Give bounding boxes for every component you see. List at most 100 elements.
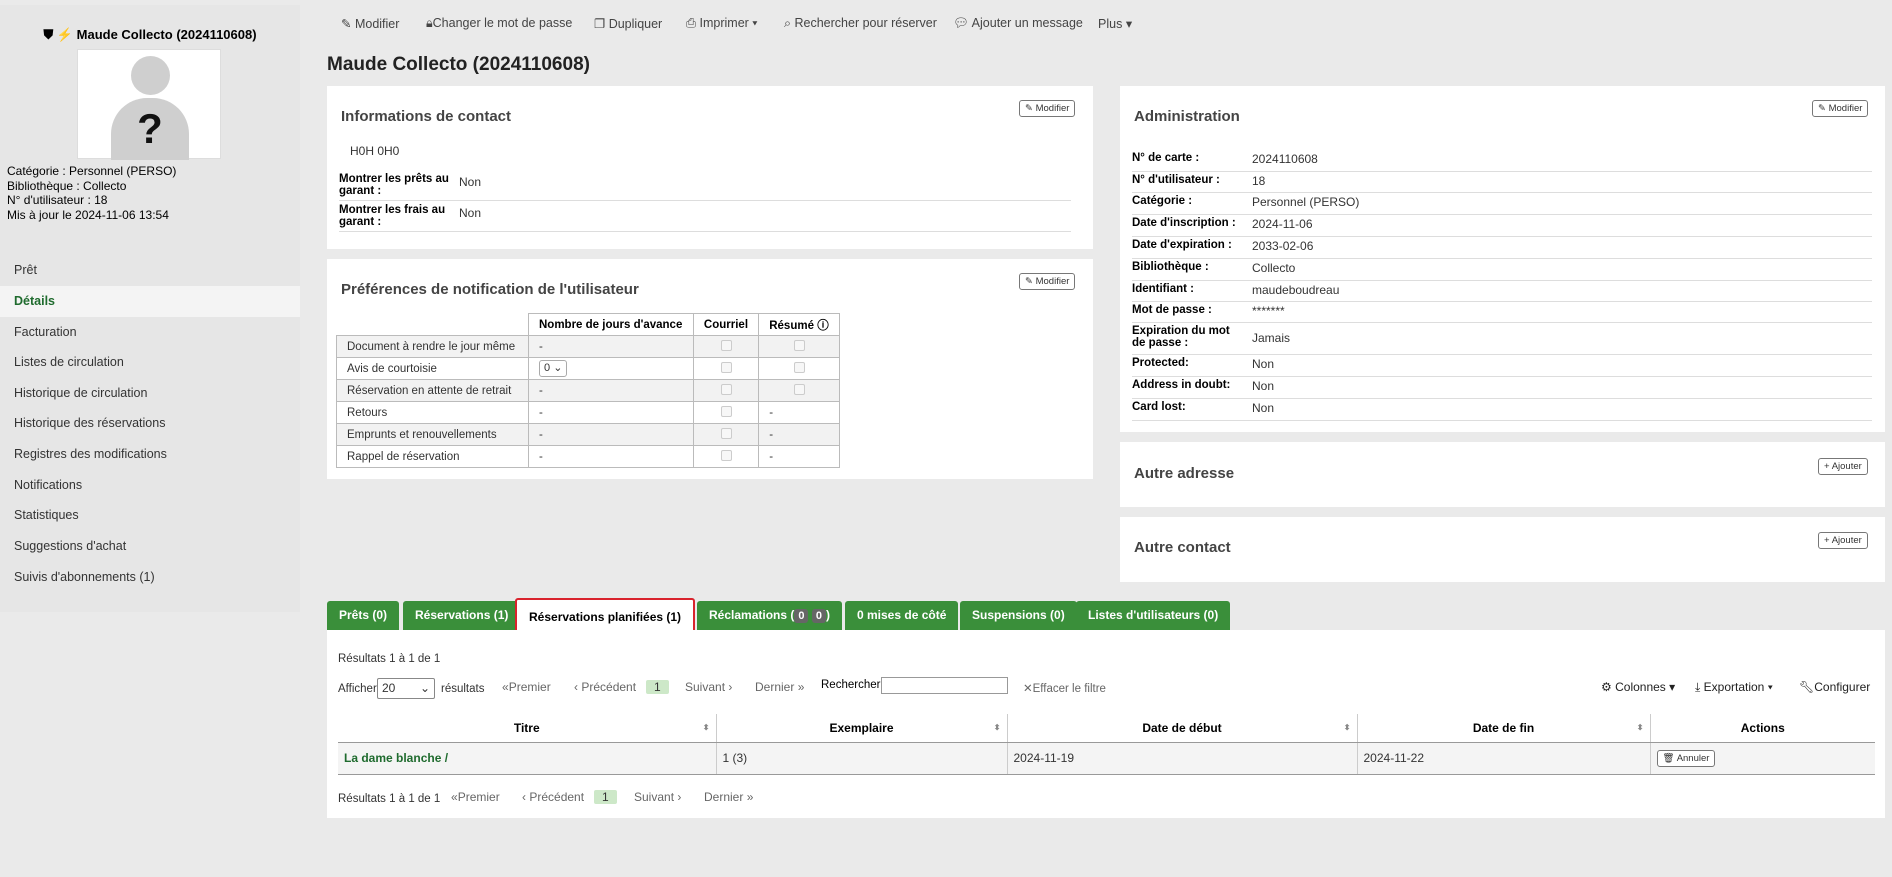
admin-field-value: Non [1252,357,1275,371]
configure-button[interactable]: 🔧︎Configurer [1799,680,1870,694]
last-page-button-bottom[interactable]: Dernier » [704,790,753,804]
start-date-header[interactable]: Date de début ⬍ [1007,714,1358,743]
nav-details[interactable]: Détails [0,286,300,317]
more-menu-button[interactable]: Plus ▾ [1098,16,1132,31]
chevron-down-icon: ⌄ [419,681,430,695]
pencil-icon: ✎ [1025,103,1033,114]
tab-set-aside[interactable]: 0 mises de côté [845,601,959,630]
email-checkbox[interactable] [720,449,732,461]
tab-holds[interactable]: Réservations (1) [403,601,521,630]
clear-filter-button[interactable]: ✕Effacer le filtre [1023,681,1106,695]
nav-purchase-suggestions[interactable]: Suggestions d'achat [0,531,300,562]
first-page-button[interactable]: «Premier [502,680,551,694]
notif-digest: - [758,445,840,468]
nav-routing-lists[interactable]: Suivis d'abonnements (1) [0,562,300,593]
notif-row-name: Retours [336,401,529,424]
end-date-cell: 2024-11-22 [1357,742,1651,775]
notification-edit-button[interactable]: ✎ Modifier [1019,273,1076,290]
contact-edit-button[interactable]: ✎ Modifier [1019,100,1076,117]
contact-title: Informations de contact [341,108,512,125]
item-header[interactable]: Exemplaire ⬍ [716,714,1008,743]
notif-days: - [528,335,694,358]
email-checkbox[interactable] [720,361,732,373]
export-button[interactable]: ⤓ Exportation ▾ [1695,680,1773,695]
administration-title: Administration [1134,108,1240,125]
previous-page-button[interactable]: ‹ Précédent [574,680,636,694]
nav-notices[interactable]: Notifications [0,470,300,501]
nav-checkout[interactable]: Prêt [0,255,300,286]
nav-circulation-history[interactable]: Historique de circulation [0,378,300,409]
chevron-right-icon: › [728,680,733,694]
cancel-button[interactable]: 🗑︎ Annuler [1656,749,1716,767]
digest-checkbox[interactable] [793,339,805,351]
copy-icon: ❐ [594,17,606,31]
tab-patron-lists[interactable]: Listes d'utilisateurs (0) [1076,601,1231,630]
patron-header: ⛊ ⚡ Maude Collecto (2024110608) [0,27,300,43]
administration-edit-button[interactable]: ✎ Modifier [1812,100,1869,117]
days-in-advance-header: Nombre de jours d'avance [528,313,694,336]
lock-icon: 🔒︎ [426,16,433,30]
change-password-button[interactable]: 🔒︎Changer le mot de passe [426,16,572,31]
tab-scheduled-holds[interactable]: Réservations planifiées (1) [515,598,696,634]
page-title: Maude Collecto (2024110608) [327,54,590,75]
admin-field-value: 2024-11-06 [1252,217,1313,231]
email-checkbox[interactable] [720,339,732,351]
page-1-button[interactable]: 1 [646,680,669,694]
digest-checkbox[interactable] [793,361,805,373]
nav-holds-history[interactable]: Historique des réservations [0,408,300,439]
email-checkbox[interactable] [720,383,732,395]
show-label: Afficher [338,683,377,695]
alternate-address-add-button[interactable]: + Ajouter [1818,458,1868,475]
alternate-contact-add-button[interactable]: + Ajouter [1818,532,1868,549]
caret-down-icon: ▾ [752,16,758,30]
nav-modification-log[interactable]: Registres des modifications [0,439,300,470]
title-link[interactable]: La dame blanche / [344,751,448,765]
chevron-right-icon: › [677,790,682,804]
first-page-button-bottom[interactable]: «Premier [451,790,500,804]
plus-icon: + [1824,461,1830,472]
download-icon: ⤓ [1695,680,1701,694]
last-page-button[interactable]: Dernier » [755,680,804,694]
tab-restrictions[interactable]: Suspensions (0) [960,601,1077,630]
show-fees-value: Non [459,206,482,220]
notif-row-name: Réservation en attente de retrait [336,379,529,402]
next-page-button[interactable]: Suivant › [685,680,732,694]
duplicate-button[interactable]: ❐ Dupliquer [594,16,662,31]
days-select[interactable]: 0 ⌄ [539,360,568,377]
search-input[interactable] [881,677,1008,694]
tab-checkouts[interactable]: Prêts (0) [327,601,400,630]
caret-down-icon: ▾ [1125,17,1133,31]
email-checkbox[interactable] [720,427,732,439]
digest-checkbox[interactable] [793,383,805,395]
avatar: ? [77,49,221,160]
nav-billing[interactable]: Facturation [0,317,300,348]
avatar-placeholder: ? [111,98,189,160]
scheduled-holds-table: Titre ⬍ Exemplaire ⬍ Date de début ⬍ Date d… [338,714,1875,775]
page-1-button-bottom[interactable]: 1 [594,790,617,804]
sort-icon: ⬍ [993,723,1001,732]
tab-claims[interactable]: Réclamations (0 0) [697,601,842,630]
search-to-hold-button[interactable]: ⌕ Rechercher pour réserver [784,16,937,31]
end-date-header[interactable]: Date de fin ⬍ [1357,714,1651,743]
plus-icon: + [1824,535,1830,546]
admin-field-label: Identifiant : [1132,283,1194,295]
page-length-select[interactable]: 20 ⌄ [377,678,435,699]
admin-field-label: Card lost: [1132,401,1186,413]
admin-field-label: Date d'inscription : [1132,217,1236,229]
add-message-button[interactable]: 💬︎ Ajouter un message [953,16,1083,31]
modify-button[interactable]: ✎ Modifier [341,16,399,31]
print-button[interactable]: ⎙ Imprimer ▾ [686,16,758,31]
double-chevron-left-icon: « [451,790,458,804]
next-page-button-bottom[interactable]: Suivant › [634,790,681,804]
email-checkbox[interactable] [720,405,732,417]
previous-page-button-bottom[interactable]: ‹ Précédent [522,790,584,804]
nav-circulation-lists[interactable]: Listes de circulation [0,347,300,378]
alternate-contact-title: Autre contact [1134,539,1231,556]
title-header[interactable]: Titre ⬍ [338,714,717,743]
admin-field-value: ******* [1252,304,1285,318]
nav-statistics[interactable]: Statistiques [0,500,300,531]
notif-days: - [528,401,694,424]
patron-info: Catégorie : Personnel (PERSO) Bibliothèq… [7,164,176,222]
columns-button[interactable]: ⚙ Colonnes ▾ [1601,680,1675,694]
admin-field-label: Expiration du mot de passe : [1132,325,1230,349]
